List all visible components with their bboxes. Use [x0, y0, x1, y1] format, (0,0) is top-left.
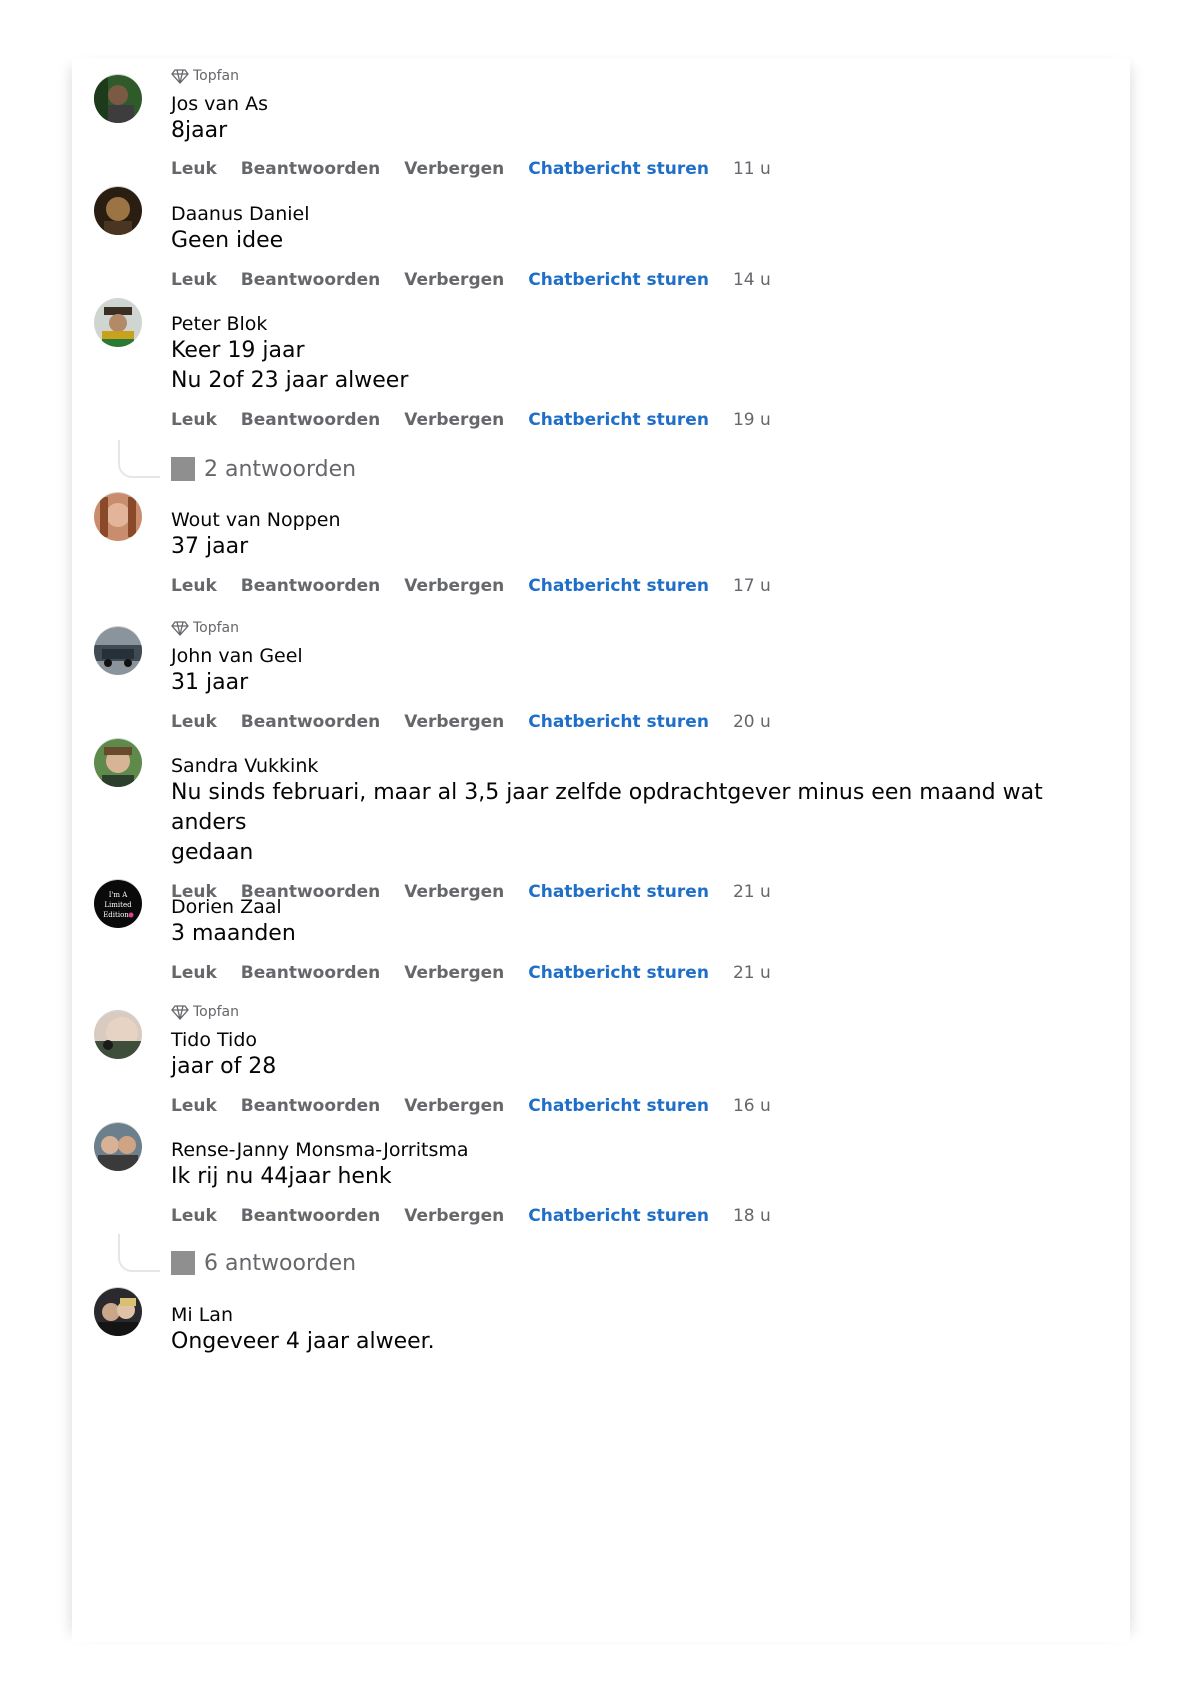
hide-button[interactable]: Verbergen [404, 410, 504, 430]
like-button[interactable]: Leuk [171, 270, 217, 290]
comment-author[interactable]: Mi Lan [171, 1303, 1051, 1327]
timestamp[interactable]: 18 u [733, 1206, 771, 1226]
hide-button[interactable]: Verbergen [404, 576, 504, 596]
reply-button[interactable]: Beantwoorden [241, 576, 380, 596]
chat-button[interactable]: Chatbericht sturen [528, 159, 709, 179]
topfan-label: Topfan [193, 68, 240, 84]
reply-icon [171, 457, 195, 481]
reply-icon [171, 1251, 195, 1275]
topfan-label: Topfan [193, 620, 240, 636]
comment-text: Ik rij nu 44jaar henk [171, 1164, 392, 1189]
comment-text: 31 jaar [171, 670, 249, 695]
hide-button[interactable]: Verbergen [404, 1096, 504, 1116]
chat-button[interactable]: Chatbericht sturen [528, 410, 709, 430]
comment-text: gedaan [171, 840, 254, 865]
timestamp[interactable]: 14 u [733, 270, 771, 290]
avatar[interactable] [94, 1010, 142, 1059]
avatar[interactable] [94, 626, 142, 675]
hide-button[interactable]: Verbergen [404, 712, 504, 732]
diamond-icon [171, 1005, 189, 1020]
avatar[interactable] [94, 1287, 142, 1336]
diamond-icon [171, 621, 189, 636]
avatar[interactable]: I'm A Limited Edition [94, 879, 142, 928]
comment-text: 3 maanden [171, 921, 296, 946]
diamond-icon [171, 69, 189, 84]
topfan-label: Topfan [193, 1004, 240, 1020]
comment-author[interactable]: Wout van Noppen [171, 508, 1051, 532]
chat-button[interactable]: Chatbericht sturen [528, 712, 709, 732]
hide-button[interactable]: Verbergen [404, 270, 504, 290]
comment-text: Geen idee [171, 228, 284, 253]
reply-button[interactable]: Beantwoorden [241, 410, 380, 430]
topfan-badge: Topfan [171, 1002, 1051, 1022]
reply-button[interactable]: Beantwoorden [241, 159, 380, 179]
timestamp[interactable]: 20 u [733, 712, 771, 732]
reply-button[interactable]: Beantwoorden [241, 1096, 380, 1116]
comment-text: Keer 19 jaar [171, 338, 305, 363]
avatar[interactable] [94, 74, 142, 123]
like-button[interactable]: Leuk [171, 159, 217, 179]
reply-button[interactable]: Beantwoorden [241, 963, 380, 983]
topfan-badge: Topfan [171, 618, 1051, 638]
like-button[interactable]: Leuk [171, 410, 217, 430]
comment-author[interactable]: Tido Tido [171, 1028, 1051, 1052]
hide-button[interactable]: Verbergen [404, 1206, 504, 1226]
reply-button[interactable]: Beantwoorden [241, 270, 380, 290]
topfan-badge: Topfan [171, 66, 1051, 86]
comments-page: Topfan Jos van As 8jaar Leuk Beantwoorde… [72, 58, 1130, 1642]
comment-text: 8jaar [171, 118, 228, 143]
comment-author[interactable]: Rense-Janny Monsma-Jorritsma [171, 1138, 1051, 1162]
comment-author[interactable]: John van Geel [171, 644, 1051, 668]
timestamp[interactable]: 19 u [733, 410, 771, 430]
reply-button[interactable]: Beantwoorden [241, 712, 380, 732]
comment-author[interactable]: Daanus Daniel [171, 202, 1051, 226]
comment-author[interactable]: Jos van As [171, 92, 1051, 116]
replies-count[interactable]: 2 antwoorden [204, 456, 356, 484]
comment-text: 37 jaar [171, 534, 249, 559]
chat-button[interactable]: Chatbericht sturen [528, 576, 709, 596]
hide-button[interactable]: Verbergen [404, 159, 504, 179]
chat-button[interactable]: Chatbericht sturen [528, 270, 709, 290]
like-button[interactable]: Leuk [171, 1206, 217, 1226]
avatar[interactable] [94, 738, 142, 787]
view-replies[interactable]: 2 antwoorden [72, 440, 472, 486]
comment-author[interactable]: Peter Blok [171, 312, 1051, 336]
like-button[interactable]: Leuk [171, 712, 217, 732]
svg-text:I'm A: I'm A [109, 891, 129, 899]
comment-author[interactable]: Dorien Zaal [171, 895, 1051, 919]
avatar[interactable] [94, 186, 142, 235]
timestamp[interactable]: 21 u [733, 963, 771, 983]
reply-button[interactable]: Beantwoorden [241, 1206, 380, 1226]
avatar[interactable] [94, 1122, 142, 1171]
comment-text: Nu sinds februari, maar al 3,5 jaar zelf… [171, 780, 1043, 835]
replies-count[interactable]: 6 antwoorden [204, 1250, 356, 1278]
comment-author[interactable]: Sandra Vukkink [171, 754, 1051, 778]
like-button[interactable]: Leuk [171, 576, 217, 596]
timestamp[interactable]: 11 u [733, 159, 771, 179]
comment-text: jaar of 28 [171, 1054, 277, 1079]
chat-button[interactable]: Chatbericht sturen [528, 1206, 709, 1226]
timestamp[interactable]: 16 u [733, 1096, 771, 1116]
reply-connector [118, 1234, 160, 1272]
svg-text:Edition: Edition [103, 911, 129, 919]
timestamp[interactable]: 17 u [733, 576, 771, 596]
like-button[interactable]: Leuk [171, 963, 217, 983]
avatar[interactable] [94, 298, 142, 347]
comment-text: Nu 2of 23 jaar alweer [171, 368, 409, 393]
reply-connector [118, 440, 160, 478]
avatar[interactable] [94, 492, 142, 541]
chat-button[interactable]: Chatbericht sturen [528, 963, 709, 983]
chat-button[interactable]: Chatbericht sturen [528, 1096, 709, 1116]
like-button[interactable]: Leuk [171, 1096, 217, 1116]
hide-button[interactable]: Verbergen [404, 963, 504, 983]
svg-text:Limited: Limited [104, 901, 132, 909]
view-replies[interactable]: 6 antwoorden [72, 1234, 472, 1280]
comment-text: Ongeveer 4 jaar alweer. [171, 1329, 435, 1354]
